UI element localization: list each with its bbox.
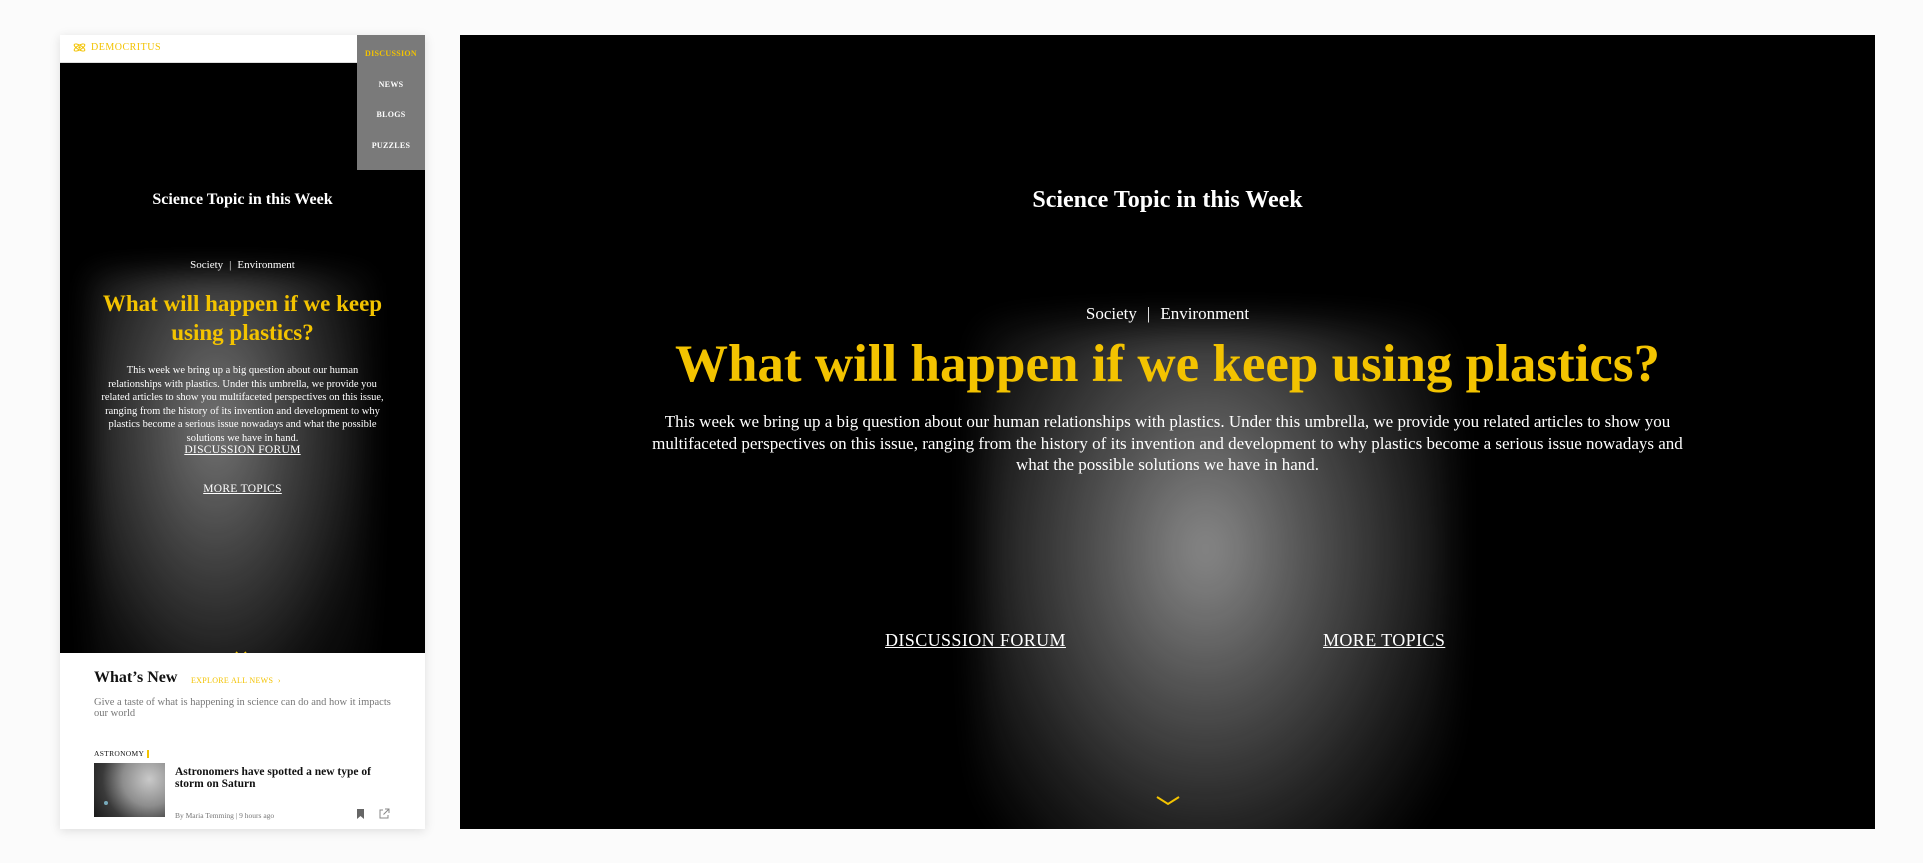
tag-society[interactable]: Society (1086, 304, 1137, 323)
chevron-right-icon: › (275, 676, 281, 685)
thumbnail-detail (104, 801, 108, 805)
bookmark-icon[interactable] (356, 808, 365, 820)
category-accent-bar (147, 750, 150, 759)
whats-new-title: What’s New (94, 669, 178, 686)
section-title: Science Topic in this Week (152, 191, 333, 208)
menu-item-news[interactable]: NEWS (357, 80, 425, 89)
tag-separator: | (229, 259, 232, 271)
topic-headline: What will happen if we keep using plasti… (102, 291, 383, 345)
topic-description: This week we bring up a big question abo… (652, 412, 1683, 474)
mobile-mockup: DEMOCRITUS ☰ ● Science Topic in this Wee… (60, 35, 425, 829)
explore-all-news-label: EXPLORE ALL NEWS (191, 676, 274, 685)
menu-item-blogs[interactable]: BLOGS (357, 110, 425, 119)
brand-logo[interactable]: DEMOCRITUS (73, 41, 161, 54)
topic-headline: What will happen if we keep using plasti… (674, 335, 1661, 393)
article-thumbnail[interactable] (94, 763, 165, 817)
explore-all-news-link[interactable]: EXPLORE ALL NEWS › (191, 676, 281, 685)
discussion-forum-link[interactable]: DISCUSSION FORUM (60, 444, 425, 456)
article-category: ASTRONOMY (94, 749, 150, 759)
tag-separator: | (1146, 304, 1151, 323)
article-byline: By Maria Temming | 9 hours ago (175, 811, 275, 820)
desktop-hero: Science Topic in this Week Society | Envir… (460, 35, 1875, 829)
discussion-forum-link[interactable]: DISCUSSION FORUM (885, 630, 1066, 651)
article-title[interactable]: Astronomers have spotted a new type of s… (175, 766, 395, 790)
menu-item-puzzles[interactable]: PUZZLES (357, 141, 425, 150)
dropdown-menu: DISCUSSION NEWS BLOGS PUZZLES (357, 35, 425, 170)
topic-tags: Society | Environment (60, 259, 425, 271)
menu-item-discussion[interactable]: DISCUSSION (357, 49, 425, 58)
brand-name: DEMOCRITUS (91, 42, 162, 53)
more-topics-link[interactable]: MORE TOPICS (60, 483, 425, 495)
section-title: Science Topic in this Week (1032, 187, 1303, 213)
topic-description: This week we bring up a big question abo… (101, 365, 384, 444)
category-label: ASTRONOMY (94, 749, 145, 758)
whats-new-section: What’s New EXPLORE ALL NEWS › Give a tas… (60, 653, 425, 829)
topic-tags: Society | Environment (460, 304, 1875, 324)
more-topics-link[interactable]: MORE TOPICS (1323, 630, 1445, 651)
tag-society[interactable]: Society (190, 259, 223, 271)
hero-background-image (980, 325, 1450, 829)
scroll-down-chevron-icon[interactable] (1156, 795, 1180, 807)
share-icon[interactable] (378, 808, 390, 820)
whats-new-description: Give a taste of what is happening in sci… (94, 697, 391, 719)
tag-environment[interactable]: Environment (237, 259, 294, 271)
atom-icon (73, 43, 86, 52)
tag-environment[interactable]: Environment (1160, 304, 1249, 323)
